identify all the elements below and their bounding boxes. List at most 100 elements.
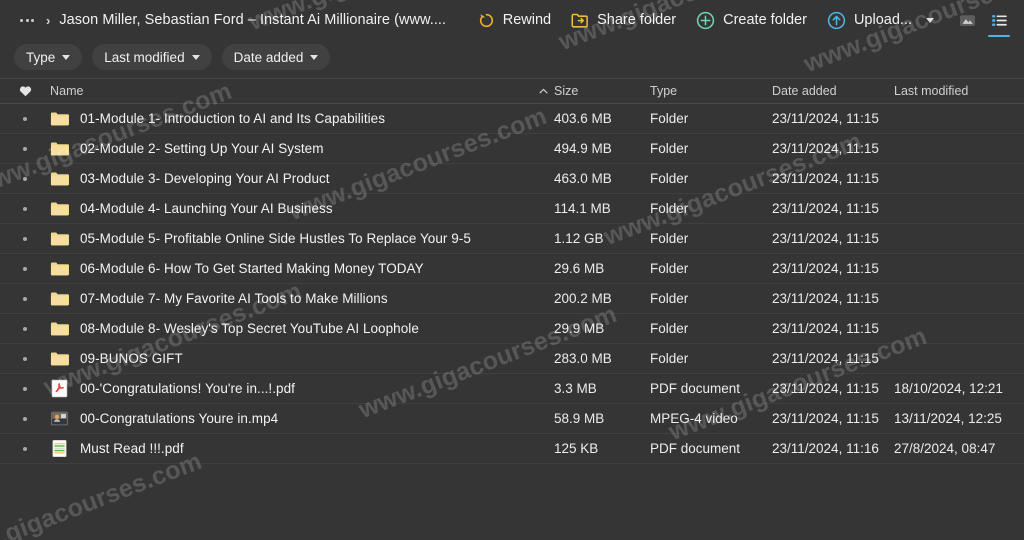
pdf-icon bbox=[50, 379, 69, 398]
row-name-cell[interactable]: 01-Module 1- Introduction to AI and Its … bbox=[50, 109, 532, 128]
row-size-cell: 403.6 MB bbox=[554, 111, 650, 126]
upload-icon bbox=[827, 11, 846, 30]
table-row[interactable]: 00-'Congratulations! You're in...!.pdf3.… bbox=[0, 374, 1024, 404]
grid-view-button[interactable] bbox=[954, 7, 980, 33]
row-name-cell[interactable]: 02-Module 2- Setting Up Your AI System bbox=[50, 139, 532, 158]
list-view-button[interactable] bbox=[986, 7, 1012, 33]
bullet-icon bbox=[23, 117, 27, 121]
row-favorite-toggle[interactable] bbox=[0, 327, 50, 331]
breadcrumb-current-folder[interactable]: Jason Miller, Sebastian Ford – Instant A… bbox=[59, 12, 446, 28]
row-size-cell: 463.0 MB bbox=[554, 171, 650, 186]
rewind-icon bbox=[478, 12, 495, 29]
row-size-cell: 200.2 MB bbox=[554, 291, 650, 306]
row-size-cell: 58.9 MB bbox=[554, 411, 650, 426]
folder-icon bbox=[50, 289, 69, 308]
row-type-cell: Folder bbox=[650, 171, 772, 186]
bullet-icon bbox=[23, 297, 27, 301]
date-added-column-header[interactable]: Date added bbox=[772, 84, 894, 98]
table-row[interactable]: 01-Module 1- Introduction to AI and Its … bbox=[0, 104, 1024, 134]
table-row[interactable]: 06-Module 6- How To Get Started Making M… bbox=[0, 254, 1024, 284]
row-name-cell[interactable]: 08-Module 8- Wesley's Top Secret YouTube… bbox=[50, 319, 532, 338]
folder-icon bbox=[50, 229, 69, 248]
rewind-button[interactable]: Rewind bbox=[468, 7, 561, 34]
sort-indicator[interactable] bbox=[532, 88, 554, 94]
table-row[interactable]: Must Read !!!.pdf125 KBPDF document23/11… bbox=[0, 434, 1024, 464]
upload-label: Upload... bbox=[854, 12, 912, 28]
filter-chip-type[interactable]: Type bbox=[14, 44, 82, 70]
row-size-cell: 114.1 MB bbox=[554, 201, 650, 216]
row-name-cell[interactable]: 06-Module 6- How To Get Started Making M… bbox=[50, 259, 532, 278]
table-row[interactable]: 08-Module 8- Wesley's Top Secret YouTube… bbox=[0, 314, 1024, 344]
row-name-cell[interactable]: Must Read !!!.pdf bbox=[50, 439, 532, 458]
row-name-cell[interactable]: 07-Module 7- My Favorite AI Tools to Mak… bbox=[50, 289, 532, 308]
bullet-icon bbox=[23, 207, 27, 211]
row-name-label: 08-Module 8- Wesley's Top Secret YouTube… bbox=[80, 321, 419, 336]
chevron-down-icon bbox=[192, 55, 200, 60]
row-size-cell: 1.12 GB bbox=[554, 231, 650, 246]
name-column-label: Name bbox=[50, 84, 84, 98]
row-type-cell: MPEG-4 video bbox=[650, 411, 772, 426]
table-row[interactable]: 05-Module 5- Profitable Online Side Hust… bbox=[0, 224, 1024, 254]
bullet-icon bbox=[23, 327, 27, 331]
chevron-down-icon[interactable] bbox=[926, 18, 934, 23]
type-column-header[interactable]: Type bbox=[650, 84, 772, 98]
dot-icon bbox=[31, 19, 34, 22]
row-name-cell[interactable]: 04-Module 4- Launching Your AI Business bbox=[50, 199, 532, 218]
row-favorite-toggle[interactable] bbox=[0, 177, 50, 181]
row-type-cell: Folder bbox=[650, 291, 772, 306]
row-last-modified-cell: 27/8/2024, 08:47 bbox=[894, 441, 1024, 456]
table-row[interactable]: 03-Module 3- Developing Your AI Product 4… bbox=[0, 164, 1024, 194]
row-favorite-toggle[interactable] bbox=[0, 417, 50, 421]
row-name-cell[interactable]: 00-Congratulations Youre in.mp4 bbox=[50, 409, 532, 428]
row-favorite-toggle[interactable] bbox=[0, 207, 50, 211]
row-name-label: 09-BUNOS GIFT bbox=[80, 351, 183, 366]
row-favorite-toggle[interactable] bbox=[0, 297, 50, 301]
bullet-icon bbox=[23, 387, 27, 391]
share-folder-button[interactable]: Share folder bbox=[561, 7, 686, 34]
favorite-column-header[interactable] bbox=[0, 85, 50, 97]
bullet-icon bbox=[23, 417, 27, 421]
upload-button[interactable]: Upload... bbox=[817, 6, 944, 35]
chevron-down-icon bbox=[310, 55, 318, 60]
bullet-icon bbox=[23, 447, 27, 451]
filter-chip-date-added[interactable]: Date added bbox=[222, 44, 331, 70]
create-folder-button[interactable]: Create folder bbox=[686, 6, 817, 35]
size-column-header[interactable]: Size bbox=[554, 84, 650, 98]
row-name-label: 05-Module 5- Profitable Online Side Hust… bbox=[80, 231, 471, 246]
filter-chip-date-added-label: Date added bbox=[234, 50, 304, 65]
dot-icon bbox=[26, 19, 29, 22]
bullet-icon bbox=[23, 237, 27, 241]
filter-chip-type-label: Type bbox=[26, 50, 55, 65]
row-name-cell[interactable]: 09-BUNOS GIFT bbox=[50, 349, 532, 368]
table-row[interactable]: 00-Congratulations Youre in.mp4 58.9 MBMP… bbox=[0, 404, 1024, 434]
document-icon bbox=[50, 439, 69, 458]
row-favorite-toggle[interactable] bbox=[0, 117, 50, 121]
row-favorite-toggle[interactable] bbox=[0, 387, 50, 391]
row-name-label: 07-Module 7- My Favorite AI Tools to Mak… bbox=[80, 291, 388, 306]
table-row[interactable]: 04-Module 4- Launching Your AI Business 1… bbox=[0, 194, 1024, 224]
row-favorite-toggle[interactable] bbox=[0, 357, 50, 361]
filter-bar: Type Last modified Date added bbox=[0, 40, 1024, 78]
folder-icon bbox=[50, 109, 69, 128]
toolbar-actions: Rewind Share folder bbox=[468, 6, 1012, 35]
table-row[interactable]: 02-Module 2- Setting Up Your AI System49… bbox=[0, 134, 1024, 164]
row-name-cell[interactable]: 03-Module 3- Developing Your AI Product bbox=[50, 169, 532, 188]
table-header-row: Name Size Type Date added Last modified bbox=[0, 78, 1024, 104]
last-modified-column-header[interactable]: Last modified bbox=[894, 84, 1024, 98]
table-row[interactable]: 07-Module 7- My Favorite AI Tools to Mak… bbox=[0, 284, 1024, 314]
row-size-cell: 125 KB bbox=[554, 441, 650, 456]
row-favorite-toggle[interactable] bbox=[0, 447, 50, 451]
row-date-added-cell: 23/11/2024, 11:15 bbox=[772, 321, 894, 336]
rewind-label: Rewind bbox=[503, 12, 551, 28]
row-date-added-cell: 23/11/2024, 11:15 bbox=[772, 381, 894, 396]
top-toolbar: › Jason Miller, Sebastian Ford – Instant… bbox=[0, 0, 1024, 40]
row-favorite-toggle[interactable] bbox=[0, 147, 50, 151]
row-name-cell[interactable]: 00-'Congratulations! You're in...!.pdf bbox=[50, 379, 532, 398]
breadcrumb-overflow-button[interactable] bbox=[16, 16, 38, 25]
name-column-header[interactable]: Name bbox=[50, 84, 532, 98]
filter-chip-last-modified[interactable]: Last modified bbox=[92, 44, 211, 70]
table-row[interactable]: 09-BUNOS GIFT283.0 MBFolder23/11/2024, 1… bbox=[0, 344, 1024, 374]
row-favorite-toggle[interactable] bbox=[0, 267, 50, 271]
row-favorite-toggle[interactable] bbox=[0, 237, 50, 241]
row-name-cell[interactable]: 05-Module 5- Profitable Online Side Hust… bbox=[50, 229, 532, 248]
